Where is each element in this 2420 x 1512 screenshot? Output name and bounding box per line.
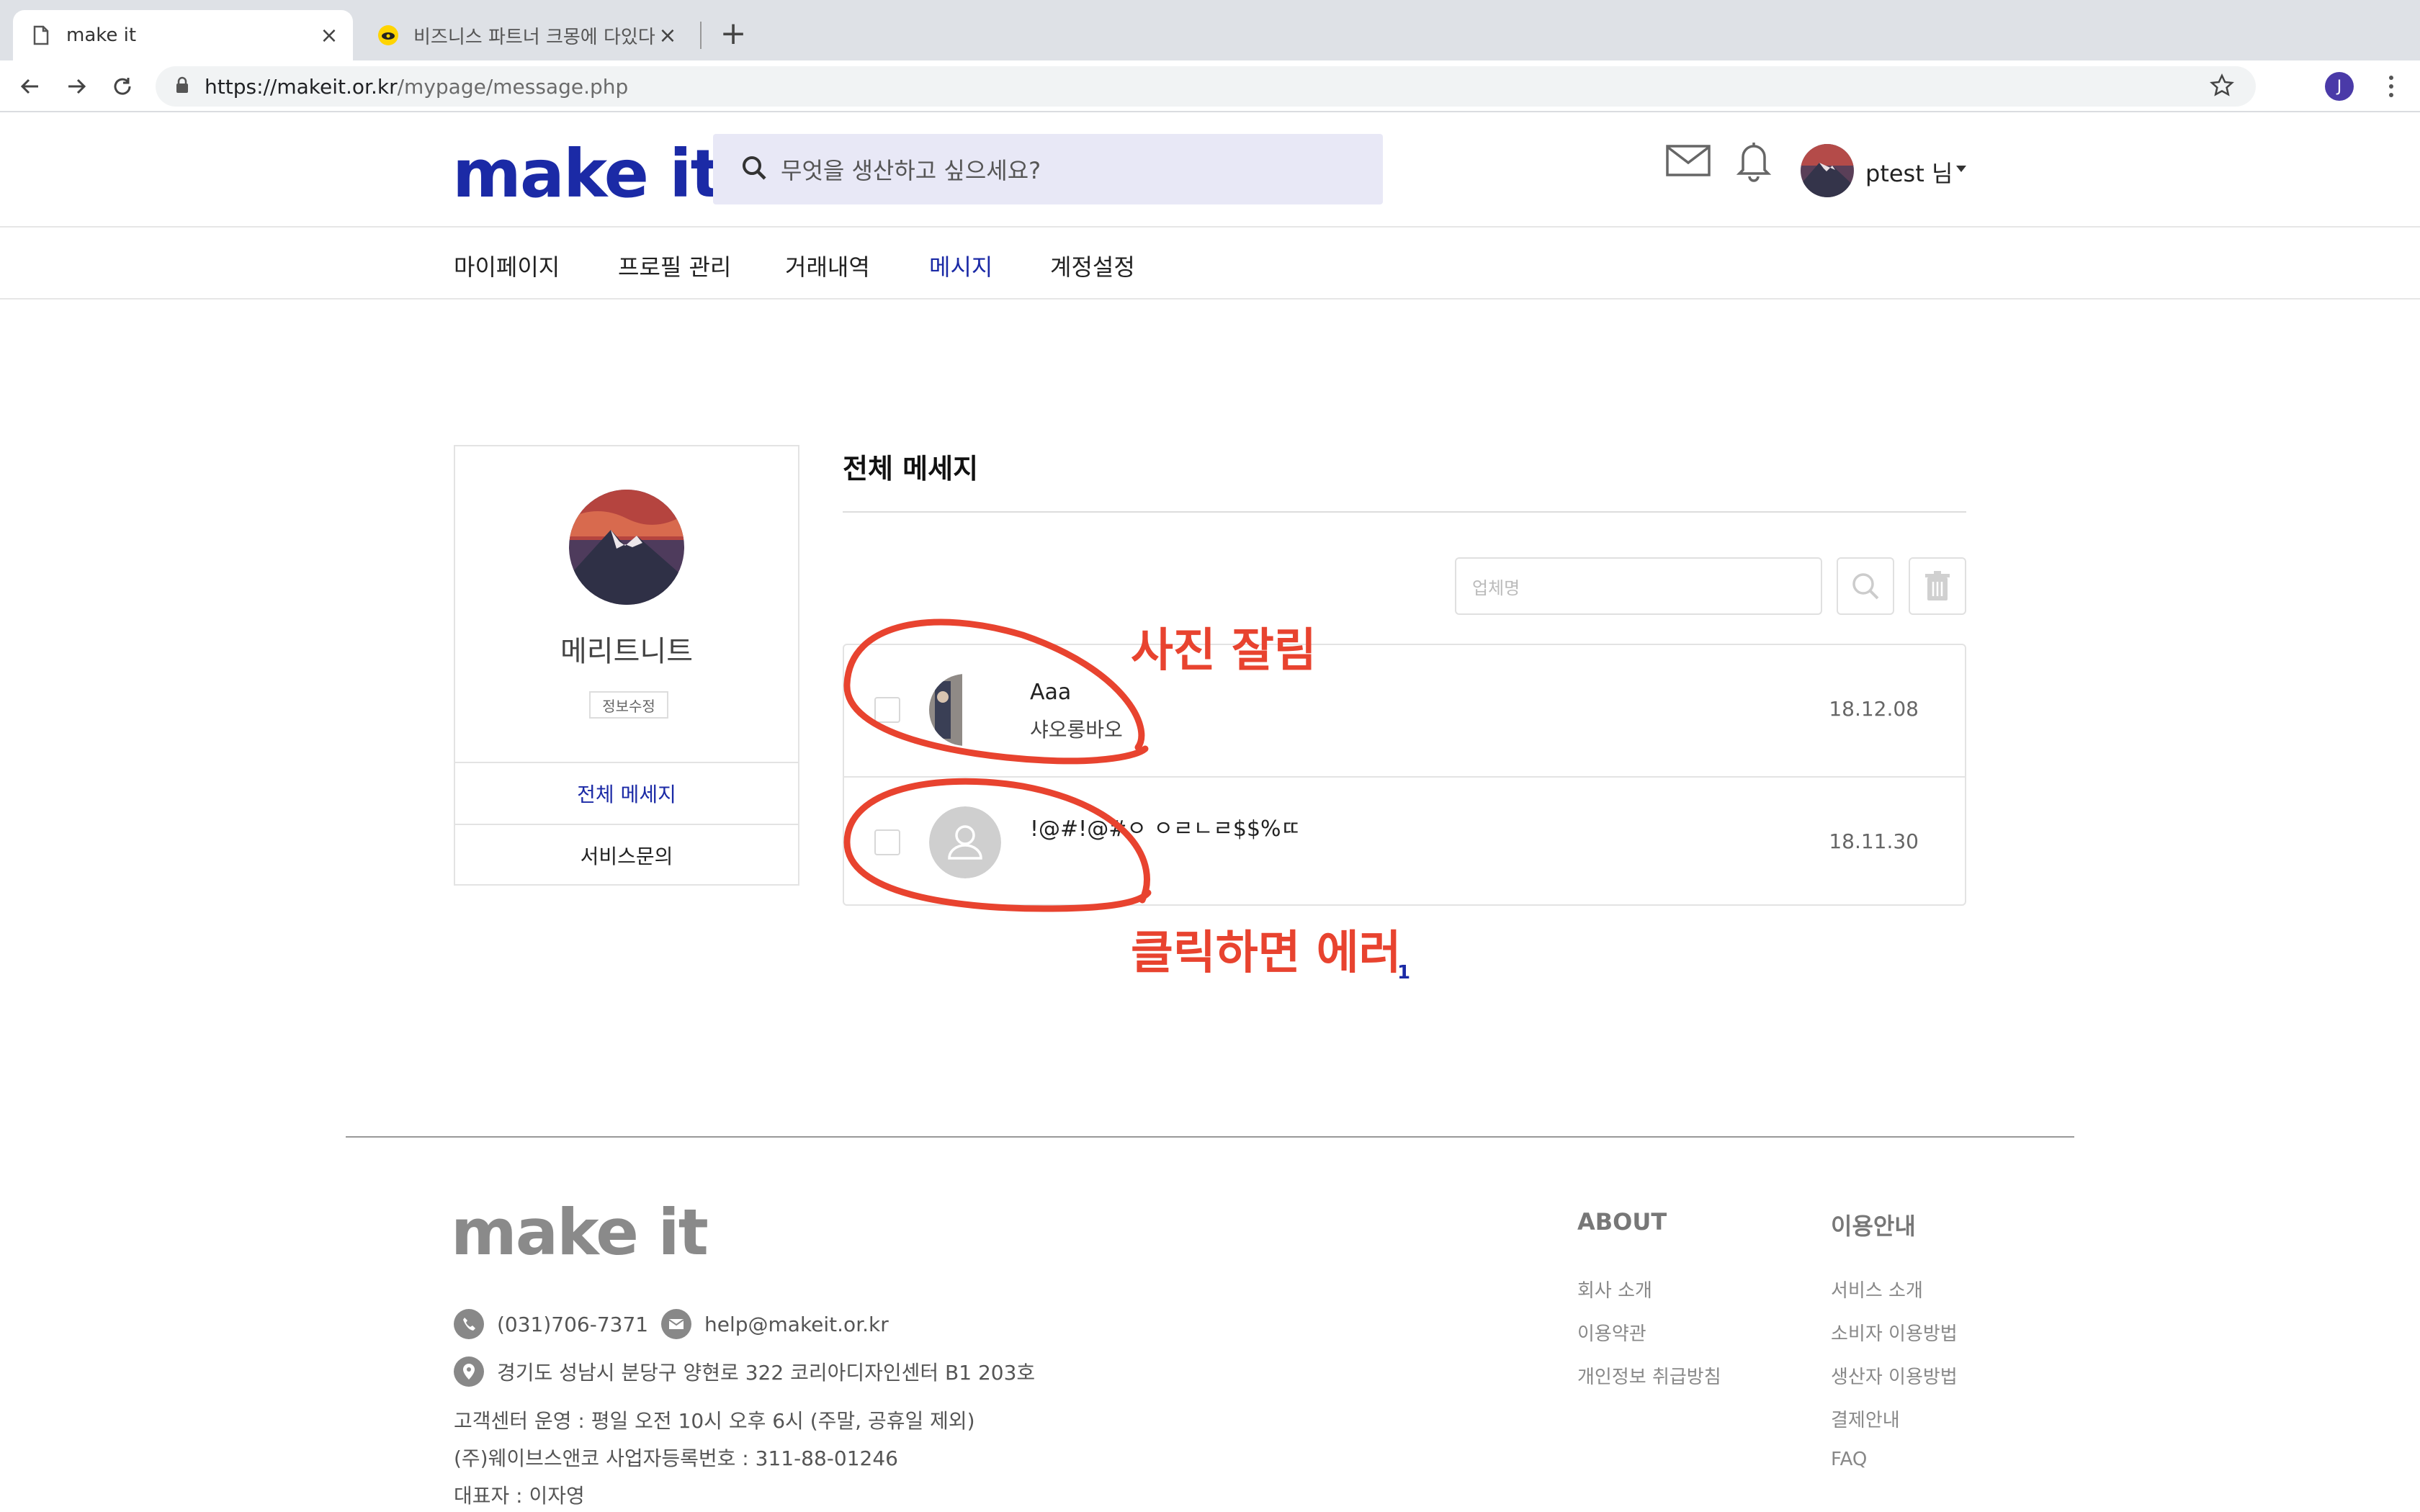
profile-name: 메리트니트 bbox=[560, 635, 693, 668]
default-avatar-icon bbox=[929, 806, 1001, 878]
page-icon bbox=[30, 24, 52, 46]
search-icon bbox=[740, 154, 768, 184]
browser-tab-active[interactable]: make it × bbox=[13, 10, 353, 60]
search-button[interactable] bbox=[1837, 557, 1894, 615]
message-date: 18.11.30 bbox=[1829, 829, 1919, 853]
footer-link-privacy[interactable]: 개인정보 취급방침 bbox=[1577, 1362, 1721, 1389]
message-checkbox[interactable] bbox=[874, 829, 900, 855]
lock-icon bbox=[176, 76, 189, 96]
footer-hours: 고객센터 운영 : 평일 오전 10시 오후 6시 (주말, 공휴일 제외) bbox=[454, 1409, 975, 1433]
back-icon[interactable] bbox=[14, 71, 46, 102]
bookmark-star-icon[interactable] bbox=[2210, 73, 2234, 101]
close-tab-icon[interactable]: × bbox=[318, 23, 340, 48]
reload-icon[interactable] bbox=[107, 71, 138, 102]
user-menu-caret-icon[interactable] bbox=[1956, 166, 1966, 172]
footer-phone: (031)706-7371 bbox=[454, 1309, 648, 1339]
tab-title: 비즈니스 파트너 크몽에 다있다! 외주 bbox=[413, 26, 657, 48]
footer-business-number: (주)웨이브스앤코 사업자등록번호 : 311-88-01246 bbox=[454, 1446, 898, 1470]
footer-link-faq[interactable]: FAQ bbox=[1831, 1449, 1867, 1470]
edit-profile-button[interactable]: 정보수정 bbox=[589, 691, 668, 719]
trash-icon bbox=[1925, 571, 1950, 600]
search-bar[interactable]: 무엇을 생산하고 싶으세요? bbox=[713, 134, 1383, 204]
profile-avatar bbox=[569, 490, 684, 605]
phone-icon bbox=[454, 1309, 484, 1339]
annotation-photo-cropped: 사진 잘림 bbox=[1131, 624, 1317, 678]
message-sender: Aaa bbox=[1030, 680, 1072, 705]
sender-avatar bbox=[929, 674, 1001, 746]
message-menu: 전체 메세지 서비스문의 bbox=[455, 762, 798, 886]
footer-link-company[interactable]: 회사 소개 bbox=[1577, 1276, 1652, 1302]
footer-link-payment[interactable]: 결제안내 bbox=[1831, 1405, 1900, 1432]
footer-ceo: 대표자 : 이자영 bbox=[454, 1484, 585, 1508]
footer-link-service[interactable]: 서비스 소개 bbox=[1831, 1276, 1923, 1302]
message-checkbox[interactable] bbox=[874, 697, 900, 723]
browser-menu-icon[interactable] bbox=[2377, 72, 2406, 101]
delete-button[interactable] bbox=[1909, 557, 1966, 615]
footer-logo: make it bbox=[451, 1195, 709, 1269]
mypage-nav: 마이페이지 프로필 관리 거래내역 메시지 계정설정 bbox=[0, 228, 2420, 300]
close-tab-icon[interactable]: × bbox=[657, 23, 678, 48]
new-tab-icon[interactable]: + bbox=[717, 15, 749, 52]
profile-sidebar: 메리트니트 정보수정 전체 메세지 서비스문의 bbox=[454, 445, 799, 886]
title-divider bbox=[843, 511, 1966, 513]
kmong-favicon-icon bbox=[377, 24, 399, 46]
tab-title: make it bbox=[66, 24, 137, 46]
footer-guide-heading: 이용안내 bbox=[1831, 1212, 1916, 1240]
footer-link-terms[interactable]: 이용약관 bbox=[1577, 1319, 1646, 1346]
nav-messages[interactable]: 메시지 bbox=[929, 249, 992, 282]
browser-tab-kmong[interactable]: 비즈니스 파트너 크몽에 다있다! 외주 × bbox=[360, 10, 691, 60]
nav-mypage[interactable]: 마이페이지 bbox=[454, 249, 560, 282]
menu-service-inquiry[interactable]: 서비스문의 bbox=[455, 824, 798, 886]
footer-about-heading: ABOUT bbox=[1577, 1208, 1667, 1236]
footer-divider bbox=[346, 1136, 2074, 1138]
user-name[interactable]: ptest 님 bbox=[1865, 156, 1953, 189]
forward-icon[interactable] bbox=[60, 71, 92, 102]
nav-transactions[interactable]: 거래내역 bbox=[785, 249, 870, 282]
tab-divider bbox=[700, 22, 702, 49]
location-pin-icon bbox=[454, 1356, 484, 1387]
search-icon bbox=[1852, 573, 1879, 600]
bell-icon[interactable] bbox=[1736, 138, 1772, 186]
browser-profile-avatar[interactable]: J bbox=[2325, 72, 2354, 101]
annotation-click-error: 클릭하면 에러 bbox=[1131, 927, 1402, 980]
address-bar[interactable]: https://makeit.or.kr/mypage/message.php bbox=[156, 66, 2256, 107]
email-icon bbox=[661, 1309, 691, 1339]
message-preview: 샤오롱바오 bbox=[1030, 718, 1123, 742]
search-placeholder: 무엇을 생산하고 싶으세요? bbox=[781, 157, 1041, 184]
message-sender: !@#!@#ㅇ ㅇㄹㄴㄹ$$%ㄸ bbox=[1030, 816, 1301, 842]
nav-profile[interactable]: 프로필 관리 bbox=[618, 249, 731, 282]
nav-account-settings[interactable]: 계정설정 bbox=[1050, 249, 1135, 282]
user-avatar[interactable] bbox=[1801, 144, 1854, 197]
menu-all-messages[interactable]: 전체 메세지 bbox=[455, 762, 798, 824]
footer-link-producer-guide[interactable]: 생산자 이용방법 bbox=[1831, 1362, 1958, 1389]
company-filter-input[interactable]: 업체명 bbox=[1455, 557, 1822, 615]
browser-toolbar: https://makeit.or.kr/mypage/message.php … bbox=[0, 60, 2420, 112]
mail-icon[interactable] bbox=[1665, 143, 1711, 181]
page-title: 전체 메세지 bbox=[843, 453, 979, 485]
site-logo[interactable]: make it bbox=[452, 135, 722, 212]
annotation-marker: 1 bbox=[1397, 962, 1411, 984]
url-text: https://makeit.or.kr/mypage/message.php bbox=[205, 74, 629, 99]
message-list: Aaa 샤오롱바오 18.12.08 !@#!@#ㅇ ㅇㄹㄴㄹ$$%ㄸ 18.1… bbox=[843, 644, 1966, 906]
footer-address: 경기도 성남시 분당구 양현로 322 코리아디자인센터 B1 203호 bbox=[454, 1356, 1035, 1387]
footer-link-consumer-guide[interactable]: 소비자 이용방법 bbox=[1831, 1319, 1958, 1346]
message-date: 18.12.08 bbox=[1829, 697, 1919, 721]
message-row[interactable]: Aaa 샤오롱바오 18.12.08 bbox=[844, 645, 1965, 776]
browser-tab-bar: make it × 비즈니스 파트너 크몽에 다있다! 외주 × + bbox=[0, 0, 2420, 60]
footer-email: help@makeit.or.kr bbox=[661, 1309, 889, 1339]
message-row[interactable]: !@#!@#ㅇ ㅇㄹㄴㄹ$$%ㄸ 18.11.30 bbox=[844, 776, 1965, 907]
site-header: make it 무엇을 생산하고 싶으세요? ptest 님 bbox=[0, 114, 2420, 228]
